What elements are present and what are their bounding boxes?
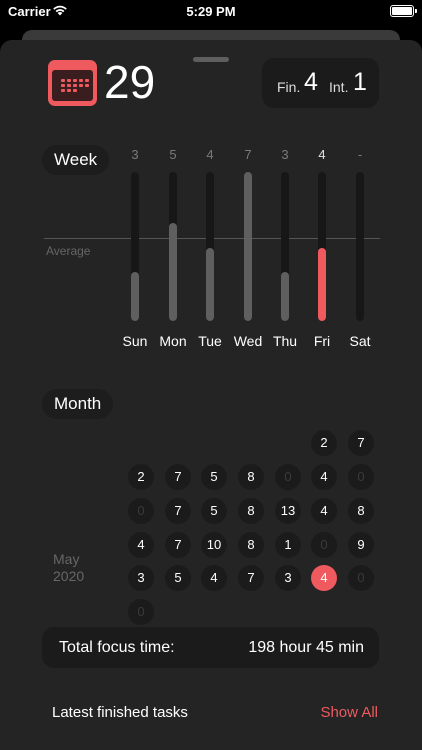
month-caption-month: May	[53, 551, 80, 567]
month-day-cell[interactable]: 8	[238, 532, 264, 558]
finished-count: 4	[304, 68, 318, 96]
month-day-cell[interactable]: 4	[311, 565, 337, 591]
latest-tasks-title: Latest finished tasks	[52, 704, 188, 721]
status-bar: Carrier 5:29 PM	[0, 0, 422, 24]
latest-tasks-header: Latest finished tasks Show All	[52, 704, 378, 724]
finished-label: Fin.	[277, 79, 301, 95]
month-day-cell[interactable]: 2	[311, 430, 337, 456]
day-count-thu: 3	[281, 147, 289, 162]
day-count-mon: 5	[169, 147, 177, 162]
day-count-sun: 3	[131, 147, 139, 162]
finished-interrupted-summary: Fin. 4 Int. 1	[262, 58, 379, 108]
month-caption-year: 2020	[53, 568, 85, 584]
month-day-cell[interactable]: 9	[348, 532, 374, 558]
month-day-cell[interactable]: 4	[128, 532, 154, 558]
month-label: Month	[42, 389, 114, 419]
day-count-sat: -	[357, 147, 363, 162]
month-day-cell[interactable]: 4	[201, 565, 227, 591]
month-day-cell[interactable]: 2	[128, 464, 154, 490]
month-day-cell[interactable]: 7	[165, 464, 191, 490]
total-focus-time-card: Total focus time: 198 hour 45 min	[42, 627, 379, 668]
total-focus-time-label: Total focus time:	[59, 639, 175, 656]
month-day-cell[interactable]: 0	[311, 532, 337, 558]
interrupted-count: 1	[353, 68, 367, 96]
day-bar-tue	[206, 248, 214, 321]
day-bar-wed	[244, 172, 252, 321]
total-focus-time-value: 198 hour 45 min	[248, 639, 364, 656]
day-bar-thu	[281, 272, 289, 321]
month-day-cell[interactable]: 0	[128, 599, 154, 625]
month-day-cell[interactable]: 3	[128, 565, 154, 591]
month-day-cell[interactable]: 5	[201, 498, 227, 524]
month-day-cell[interactable]: 4	[311, 498, 337, 524]
day-bar-track-sat	[356, 172, 364, 321]
focus-session-count: 29	[104, 56, 156, 108]
month-day-cell[interactable]: 8	[238, 464, 264, 490]
month-day-cell[interactable]: 7	[238, 565, 264, 591]
month-day-cell[interactable]: 7	[348, 430, 374, 456]
month-day-cell[interactable]: 3	[275, 565, 301, 591]
calendar-icon	[48, 60, 97, 106]
month-day-cell[interactable]: 7	[165, 532, 191, 558]
month-day-cell[interactable]: 7	[165, 498, 191, 524]
month-day-cell[interactable]: 5	[201, 464, 227, 490]
day-bar-sun	[131, 272, 139, 321]
show-all-button[interactable]: Show All	[320, 704, 378, 721]
day-label-sat: Sat	[349, 333, 371, 349]
day-count-wed: 7	[244, 147, 252, 162]
day-bar-mon	[169, 223, 177, 321]
week-label: Week	[42, 145, 110, 175]
battery-icon	[390, 5, 417, 17]
interrupted-label: Int.	[329, 79, 349, 95]
month-day-cell[interactable]: 10	[201, 532, 227, 558]
month-day-cell[interactable]: 8	[348, 498, 374, 524]
status-time: 5:29 PM	[186, 4, 236, 19]
month-day-cell[interactable]: 0	[348, 464, 374, 490]
month-day-cell[interactable]: 1	[275, 532, 301, 558]
month-day-cell[interactable]: 13	[275, 498, 301, 524]
month-day-cell[interactable]: 0	[348, 565, 374, 591]
month-day-cell[interactable]: 0	[275, 464, 301, 490]
day-count-fri: 4	[318, 147, 326, 162]
month-caption: May 2020	[53, 551, 84, 585]
month-day-cell[interactable]: 8	[238, 498, 264, 524]
day-bar-fri	[318, 248, 326, 321]
average-label: Average	[46, 244, 91, 258]
month-day-cell[interactable]: 4	[311, 464, 337, 490]
day-count-tue: 4	[206, 147, 214, 162]
month-day-cell[interactable]: 5	[165, 565, 191, 591]
sheet-grabber-handle[interactable]	[193, 57, 229, 62]
month-day-cell[interactable]: 0	[128, 498, 154, 524]
